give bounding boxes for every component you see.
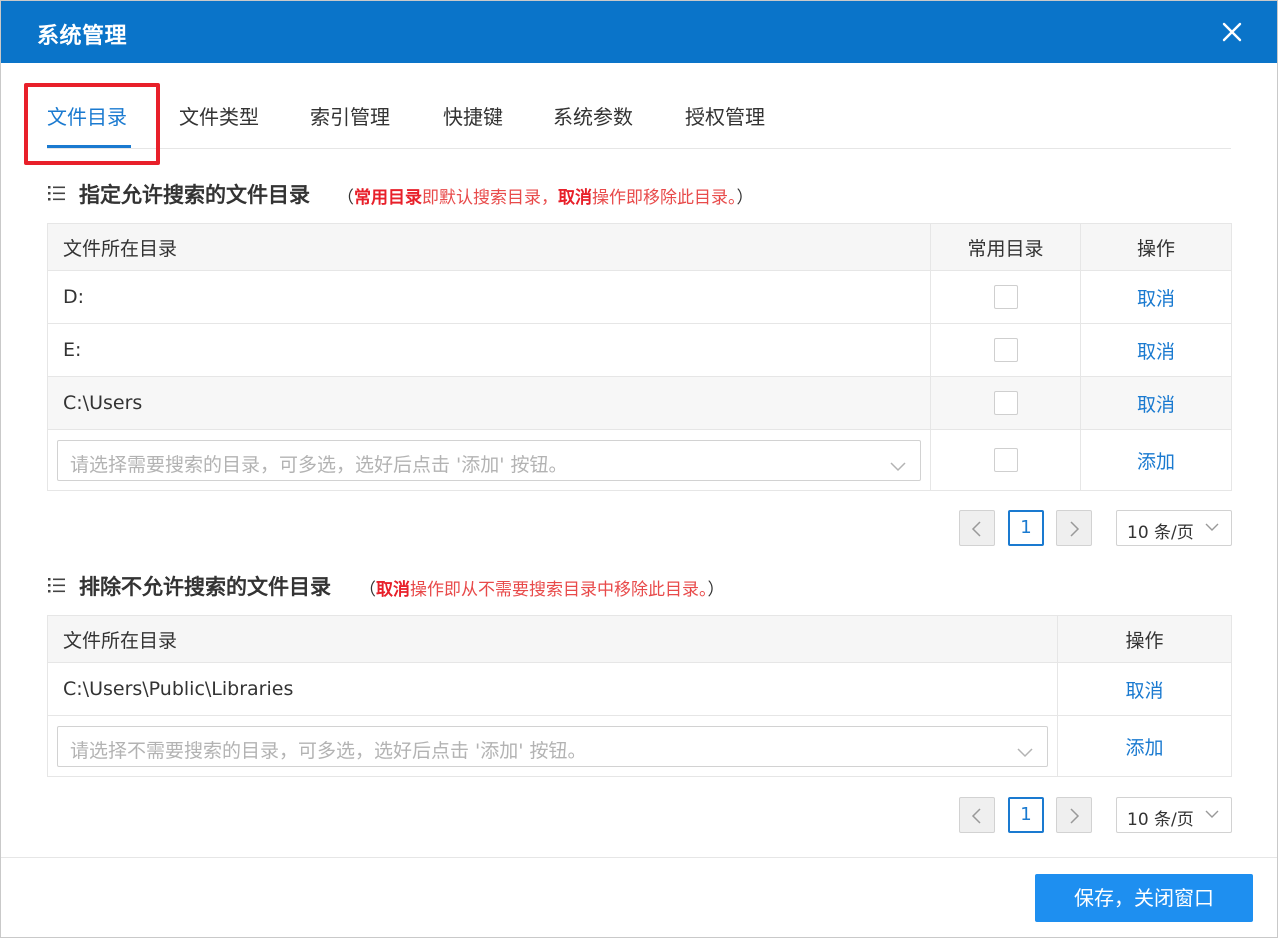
- title-bar: 系统管理: [1, 1, 1277, 63]
- table-row: C:\Users 取消: [47, 376, 1232, 430]
- annotation-highlight-box: [24, 83, 160, 165]
- add-link[interactable]: 添加: [1125, 737, 1163, 759]
- next-page-button[interactable]: [1056, 797, 1092, 833]
- table-header-row: 文件所在目录 操作: [47, 615, 1232, 663]
- list-icon: [47, 575, 67, 593]
- prev-page-button[interactable]: [959, 797, 995, 833]
- tab-license-management[interactable]: 授权管理: [685, 101, 765, 130]
- prev-page-button[interactable]: [959, 510, 995, 546]
- note-open-paren: （: [359, 580, 376, 600]
- chevron-down-icon: [890, 455, 906, 471]
- cancel-link[interactable]: 取消: [1137, 288, 1175, 310]
- close-icon[interactable]: [1215, 15, 1249, 49]
- exclude-pagination: 1 10 条/页: [959, 797, 1232, 833]
- page-size-label: 10 条/页: [1127, 523, 1194, 543]
- tab-file-type[interactable]: 文件类型: [179, 101, 259, 130]
- page-size-select[interactable]: 10 条/页: [1116, 797, 1232, 833]
- table-row: E: 取消: [47, 323, 1232, 377]
- page-size-select[interactable]: 10 条/页: [1116, 510, 1232, 546]
- select-placeholder: 请选择不需要搜索的目录，可多选，选好后点击 '添加' 按钮。: [70, 739, 587, 762]
- dialog-title: 系统管理: [37, 24, 128, 49]
- save-and-close-button[interactable]: 保存，关闭窗口: [1035, 874, 1253, 922]
- cancel-link[interactable]: 取消: [1137, 394, 1175, 416]
- table-header-row: 文件所在目录 常用目录 操作: [47, 223, 1232, 271]
- note-bold-cancel: 取消: [558, 188, 592, 208]
- note-text-2: 操作即移除此目录。: [592, 188, 737, 208]
- add-directory-row: 请选择不需要搜索的目录，可多选，选好后点击 '添加' 按钮。 添加: [47, 715, 1232, 777]
- note-text-1: 即默认搜索目录，: [422, 188, 558, 208]
- include-section-title: 指定允许搜索的文件目录: [79, 183, 310, 207]
- common-dir-checkbox[interactable]: [993, 285, 1018, 309]
- include-directory-table: 文件所在目录 常用目录 操作 D: 取消 E: 取消 C:\Users 取消 请…: [47, 223, 1232, 491]
- system-management-dialog: 系统管理 文件目录 文件类型 索引管理 快捷键 系统参数 授权管理 指定允许搜索…: [0, 0, 1278, 938]
- note-bold-common-dir: 常用目录: [354, 188, 422, 208]
- column-header-directory: 文件所在目录: [47, 223, 931, 271]
- common-dir-checkbox[interactable]: [993, 338, 1018, 362]
- exclude-directory-table: 文件所在目录 操作 C:\Users\Public\Libraries 取消 请…: [47, 615, 1232, 777]
- include-directory-select[interactable]: 请选择需要搜索的目录，可多选，选好后点击 '添加' 按钮。: [57, 439, 921, 481]
- column-header-action: 操作: [1080, 223, 1232, 271]
- footer-divider: [1, 857, 1277, 858]
- note-text-1: 操作即从不需要搜索目录中移除此目录。: [410, 580, 708, 600]
- page-number-current[interactable]: 1: [1008, 510, 1044, 546]
- directory-cell: E:: [47, 323, 931, 377]
- column-header-common-dir: 常用目录: [930, 223, 1081, 271]
- include-section-header: 指定允许搜索的文件目录 （常用目录即默认搜索目录，取消操作即移除此目录。）: [47, 179, 1231, 208]
- next-page-button[interactable]: [1056, 510, 1092, 546]
- common-dir-checkbox[interactable]: [993, 448, 1018, 472]
- tab-system-parameters[interactable]: 系统参数: [553, 101, 633, 130]
- include-section-note: （常用目录即默认搜索目录，取消操作即移除此目录。）: [337, 183, 754, 208]
- include-pagination: 1 10 条/页: [959, 510, 1232, 546]
- directory-cell: C:\Users: [47, 376, 931, 430]
- chevron-down-icon: [1205, 810, 1219, 818]
- note-close-paren: ）: [707, 580, 725, 600]
- tab-bar: 文件目录 文件类型 索引管理 快捷键 系统参数 授权管理: [47, 87, 1231, 149]
- table-row: C:\Users\Public\Libraries 取消: [47, 662, 1232, 716]
- page-number-current[interactable]: 1: [1008, 797, 1044, 833]
- note-bold-cancel: 取消: [376, 580, 410, 600]
- page-size-label: 10 条/页: [1127, 810, 1194, 830]
- cancel-link[interactable]: 取消: [1137, 341, 1175, 363]
- table-row: D: 取消: [47, 270, 1232, 324]
- chevron-down-icon: [1017, 741, 1033, 757]
- common-dir-checkbox[interactable]: [993, 391, 1018, 415]
- select-placeholder: 请选择需要搜索的目录，可多选，选好后点击 '添加' 按钮。: [70, 453, 568, 476]
- directory-cell: D:: [47, 270, 931, 324]
- tab-shortcut-keys[interactable]: 快捷键: [443, 101, 503, 130]
- tab-index-management[interactable]: 索引管理: [310, 101, 390, 130]
- exclude-section-title: 排除不允许搜索的文件目录: [79, 575, 331, 599]
- column-header-directory: 文件所在目录: [47, 615, 1058, 663]
- column-header-action: 操作: [1057, 615, 1232, 663]
- note-close-paren: ）: [736, 188, 754, 208]
- cancel-link[interactable]: 取消: [1125, 680, 1163, 702]
- note-open-paren: （: [337, 188, 354, 208]
- exclude-section-header: 排除不允许搜索的文件目录 （取消操作即从不需要搜索目录中移除此目录。）: [47, 571, 1231, 600]
- exclude-section-note: （取消操作即从不需要搜索目录中移除此目录。）: [359, 575, 725, 600]
- exclude-directory-select[interactable]: 请选择不需要搜索的目录，可多选，选好后点击 '添加' 按钮。: [57, 725, 1048, 767]
- chevron-down-icon: [1205, 523, 1219, 531]
- add-directory-row: 请选择需要搜索的目录，可多选，选好后点击 '添加' 按钮。 添加: [47, 429, 1232, 491]
- directory-cell: C:\Users\Public\Libraries: [47, 662, 1058, 716]
- add-link[interactable]: 添加: [1137, 451, 1175, 473]
- list-icon: [47, 183, 67, 201]
